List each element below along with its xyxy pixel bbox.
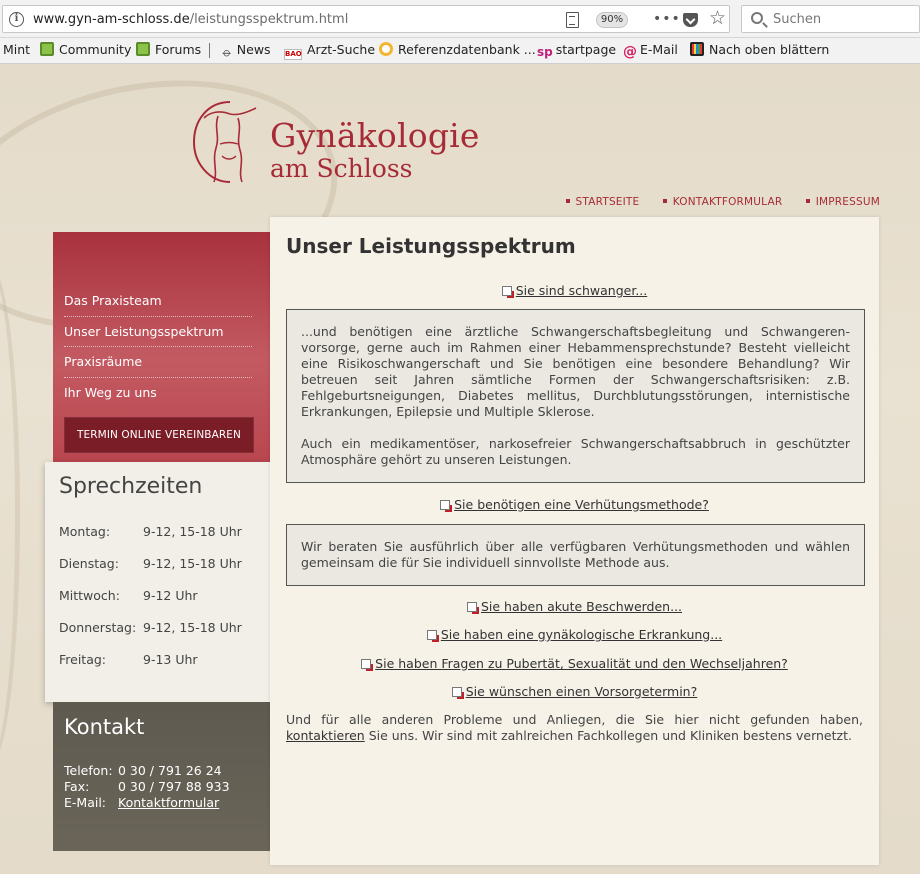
sidenav-leistungsspektrum[interactable]: Unser Leistungsspektrum [64, 317, 252, 347]
web-page: Gynäkologie am Schloss STARTSEITE KONTAK… [0, 65, 920, 874]
link-pubertaet[interactable]: Sie haben Fragen zu Pubertät, Sexualität… [375, 656, 788, 671]
bookmark-arzt-suche[interactable]: BAO Arzt-Suche [284, 42, 375, 60]
search-icon [751, 12, 763, 24]
link-row-schwanger: Sie sind schwanger... [270, 283, 879, 298]
info-box-verhuetung: Wir beraten Sie ausführlich über alle ve… [286, 524, 865, 586]
bookmark-referenzdatenbank[interactable]: Referenzdatenbank ... [379, 42, 536, 57]
url-bar[interactable]: i www.gyn-am-schloss.de/leistungsspektru… [2, 5, 730, 33]
bullet-icon [662, 199, 667, 203]
search-bar[interactable] [741, 5, 920, 33]
link-schwanger[interactable]: Sie sind schwanger... [516, 283, 648, 298]
info-box-schwanger: ...und benötigen eine ärztliche Schwange… [286, 309, 865, 483]
sidenav-praxisraeume[interactable]: Praxisräume [64, 347, 252, 378]
link-row-erkrankung: Sie haben eine gynäkologische Erkrankung… [270, 627, 879, 642]
termin-online-button[interactable]: TERMIN ONLINE VEREINBAREN [64, 417, 254, 453]
rss-icon [221, 44, 233, 60]
sprechzeiten-panel: Sprechzeiten Montag: 9-12, 15-18 Uhr Dien… [45, 462, 270, 702]
link-arrow-icon [501, 286, 514, 298]
sprechzeiten-row: Montag: 9-12, 15-18 Uhr [59, 524, 242, 539]
kontakt-email: E-Mail: Kontaktformular [64, 795, 220, 810]
sidenav-praxisteam[interactable]: Das Praxisteam [64, 286, 252, 317]
topnav-kontaktformular[interactable]: KONTAKTFORMULAR [662, 196, 783, 208]
logo-subtitle: am Schloss [270, 154, 413, 183]
url-text[interactable]: www.gyn-am-schloss.de/leistungsspektrum.… [33, 12, 348, 27]
info-icon[interactable]: i [9, 12, 24, 27]
kontakt-telefon: Telefon: 0 30 / 791 26 24 [64, 763, 222, 778]
side-navigation-panel: Das Praxisteam Unser Leistungsspektrum P… [53, 232, 270, 463]
side-navigation: Das Praxisteam Unser Leistungsspektrum P… [64, 286, 252, 408]
link-row-verhuetung: Sie benötigen eine Verhütungsmethode? [270, 497, 879, 512]
bookmark-news[interactable]: News [221, 42, 271, 60]
browser-toolbar: i www.gyn-am-schloss.de/leistungsspektru… [0, 0, 920, 38]
link-beschwerden[interactable]: Sie haben akute Beschwerden... [481, 599, 682, 614]
closing-paragraph: Und für alle anderen Probleme und Anlieg… [286, 712, 863, 743]
bao-icon: BAO [284, 49, 302, 60]
bookmark-separator [209, 43, 210, 58]
zoom-badge[interactable]: 90% [596, 12, 628, 28]
logo-figure-icon [192, 101, 257, 183]
sprechzeiten-title: Sprechzeiten [59, 474, 203, 499]
startpage-icon: sp [537, 45, 553, 59]
sidenav-weg-zu-uns[interactable]: Ihr Weg zu uns [64, 378, 252, 409]
link-row-pubertaet: Sie haben Fragen zu Pubertät, Sexualität… [270, 656, 879, 671]
kontakt-fax: Fax: 0 30 / 797 88 933 [64, 779, 230, 794]
sprechzeiten-row: Mittwoch: 9-12 Uhr [59, 588, 198, 603]
sprechzeiten-row: Donnerstag: 9-12, 15-18 Uhr [59, 620, 242, 635]
link-arrow-icon [426, 630, 439, 642]
bookmark-star-icon[interactable]: ☆ [709, 7, 726, 29]
link-arrow-icon [466, 602, 479, 614]
more-actions-icon[interactable]: ••• [653, 11, 681, 27]
site-logo[interactable]: Gynäkologie am Schloss [190, 98, 510, 188]
bullet-icon [805, 199, 810, 203]
kontakt-title: Kontakt [64, 715, 145, 739]
sprechzeiten-row: Dienstag: 9-12, 15-18 Uhr [59, 556, 242, 571]
email-icon: @ [623, 44, 637, 60]
link-row-vorsorge: Sie wünschen einen Vorsorgetermin? [270, 684, 879, 699]
link-arrow-icon [451, 687, 464, 699]
bookmark-email[interactable]: @ E-Mail [623, 42, 678, 60]
sprechzeiten-row: Freitag: 9-13 Uhr [59, 652, 198, 667]
bookmark-community[interactable]: Community [40, 42, 131, 57]
link-arrow-icon [361, 659, 374, 671]
mint-icon [40, 42, 54, 56]
link-erkrankung[interactable]: Sie haben eine gynäkologische Erkrankung… [441, 627, 722, 642]
kontaktieren-link[interactable]: kontaktieren [286, 728, 365, 743]
bookmark-nach-oben[interactable]: Nach oben blättern [690, 42, 829, 57]
topnav-startseite[interactable]: STARTSEITE [565, 196, 640, 208]
pocket-icon[interactable] [683, 13, 698, 27]
reader-view-icon[interactable] [566, 12, 579, 28]
bookmark-mint[interactable]: Mint [3, 42, 30, 57]
bookmarks-bar: Mint Community Forums News BAOArzt-Suche… [0, 38, 920, 64]
referenz-icon [379, 42, 393, 56]
link-row-beschwerden: Sie haben akute Beschwerden... [270, 599, 879, 614]
kontakt-panel: Kontakt Telefon: 0 30 / 791 26 24 Fax: 0 3… [53, 702, 270, 851]
bookmark-forums[interactable]: Forums [136, 42, 201, 57]
link-verhuetung[interactable]: Sie benötigen eine Verhütungsmethode? [454, 497, 709, 512]
link-vorsorge[interactable]: Sie wünschen einen Vorsorgetermin? [466, 684, 698, 699]
top-navigation: STARTSEITE KONTAKTFORMULAR IMPRESSUM [546, 196, 880, 208]
background-swirl [0, 265, 20, 765]
main-content: Unser Leistungsspektrum Sie sind schwang… [270, 217, 879, 865]
bookmark-startpage[interactable]: sp startpage [537, 42, 616, 59]
bullet-icon [565, 199, 570, 203]
logo-title: Gynäkologie [270, 116, 480, 155]
mint-icon [136, 42, 150, 56]
kontaktformular-link[interactable]: Kontaktformular [118, 795, 219, 810]
topnav-impressum[interactable]: IMPRESSUM [805, 196, 880, 208]
link-arrow-icon [440, 500, 453, 512]
page-title: Unser Leistungsspektrum [286, 234, 576, 258]
tv-icon [690, 42, 704, 56]
search-input[interactable] [773, 10, 913, 28]
